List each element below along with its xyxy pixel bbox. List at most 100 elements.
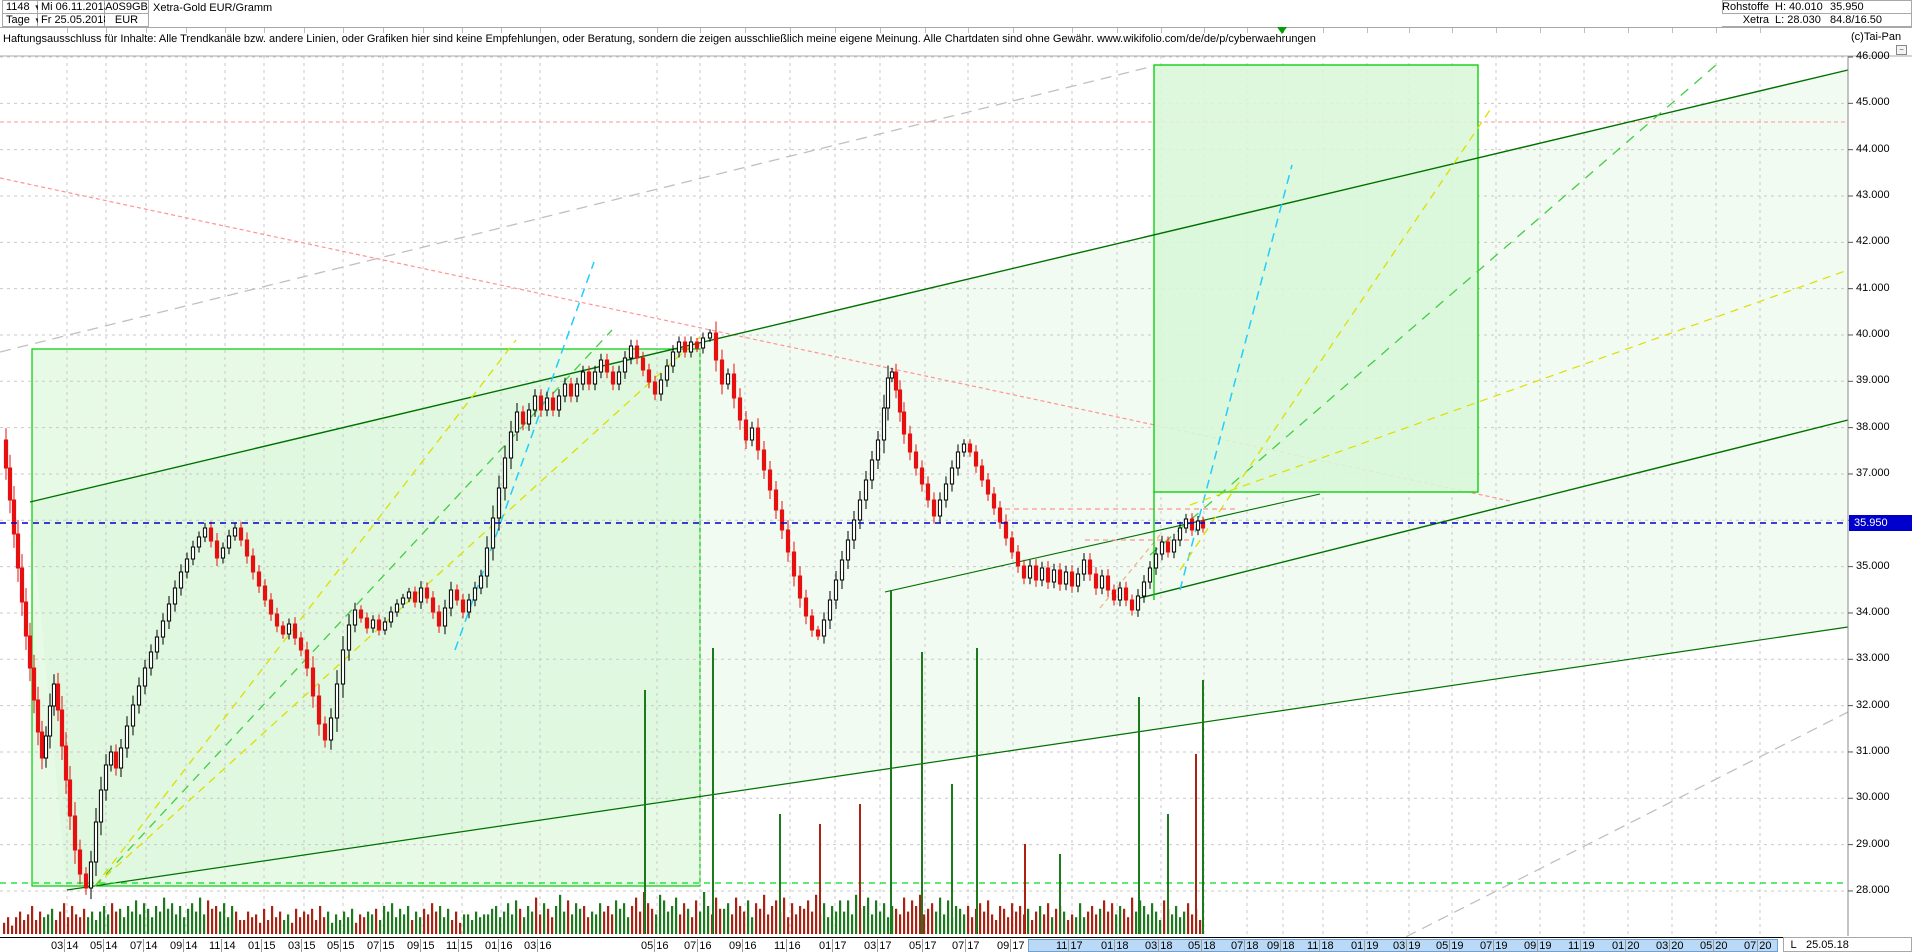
candle-body <box>749 427 755 441</box>
volume-bar <box>1175 906 1178 934</box>
volume-bar <box>1007 917 1010 934</box>
volume-bar <box>1103 900 1106 934</box>
x-axis-label: 01 16 <box>485 939 513 952</box>
candle-body <box>166 603 172 622</box>
candle-body <box>304 649 310 669</box>
volume-bar <box>863 906 866 934</box>
candle-body <box>184 558 190 573</box>
candle-body <box>268 599 274 615</box>
volume-bar <box>275 917 278 934</box>
candle-body <box>394 603 400 613</box>
volume-bar <box>851 914 854 934</box>
volume-spike <box>890 590 892 934</box>
volume-bar <box>127 906 130 934</box>
x-axis-label: 01 15 <box>248 939 276 952</box>
volume-bar <box>399 908 402 934</box>
volume-bar <box>171 903 174 934</box>
candle-body <box>51 683 57 707</box>
volume-bar <box>523 917 526 934</box>
volume-bar <box>1027 908 1030 934</box>
volume-bar <box>39 911 42 934</box>
volume-bar <box>1003 908 1006 934</box>
chart-plot-area[interactable] <box>0 0 1912 952</box>
x-axis-label: 03 18 <box>1145 939 1173 952</box>
volume-bar <box>447 908 450 934</box>
volume-bar <box>279 911 282 934</box>
volume-bar <box>963 914 966 934</box>
volume-bar <box>71 906 74 934</box>
candle-body <box>226 535 232 549</box>
volume-bar <box>411 920 414 934</box>
volume-bar <box>347 917 350 934</box>
candle-body <box>743 419 749 441</box>
volume-bar <box>907 911 910 934</box>
volume-bar <box>1051 917 1054 934</box>
volume-bar <box>475 911 478 934</box>
volume-bar <box>423 908 426 934</box>
candle-body <box>514 411 520 433</box>
candle-body <box>1051 569 1057 583</box>
footer-last-date-cell: 25.05.18 <box>1803 937 1912 952</box>
volume-bar <box>731 914 734 934</box>
volume-bar <box>491 908 494 934</box>
candle-body <box>622 357 628 373</box>
volume-spike <box>859 804 861 934</box>
candle-body <box>967 443 973 453</box>
candle-body <box>262 585 268 601</box>
candle-body <box>1177 527 1183 541</box>
volume-bar <box>743 911 746 934</box>
candle-body <box>1141 581 1147 597</box>
volume-bar <box>1099 908 1102 934</box>
candle-body <box>919 467 925 485</box>
volume-bar <box>695 900 698 934</box>
candle-body <box>1123 587 1129 601</box>
volume-bar <box>971 917 974 934</box>
candle-body <box>1111 589 1117 601</box>
candle-body <box>913 451 919 469</box>
candle-body <box>1087 559 1093 575</box>
volume-bar <box>1079 903 1082 934</box>
candle-body <box>676 341 682 353</box>
volume-bar <box>183 917 186 934</box>
volume-bar <box>383 906 386 934</box>
volume-bar <box>767 914 770 934</box>
volume-bar <box>551 917 554 934</box>
candle-body <box>15 533 21 569</box>
volume-bar <box>795 914 798 934</box>
x-axis[interactable]: 03 14 05 14 07 14 09 14 11 14 01 15 03 15 05 15 07 15 09 15… <box>0 937 1912 952</box>
candle-body <box>490 517 496 549</box>
volume-bar <box>899 914 902 934</box>
x-axis-label: 09 14 <box>170 939 198 952</box>
volume-bar <box>367 911 370 934</box>
y-axis-label: 44.000 <box>1856 142 1890 155</box>
candle-body <box>328 717 334 741</box>
volume-bar <box>391 903 394 934</box>
volume-bar <box>787 917 790 934</box>
volume-bar <box>247 911 250 934</box>
candle-body <box>616 371 622 385</box>
candle-body <box>700 337 706 349</box>
volume-bar <box>683 903 686 934</box>
volume-bar <box>675 897 678 934</box>
volume-bar <box>791 903 794 934</box>
volume-bar <box>111 903 114 934</box>
volume-bar <box>211 908 214 934</box>
volume-bar <box>847 900 850 934</box>
volume-bar <box>199 897 202 934</box>
candle-body <box>244 539 250 557</box>
candle-body <box>190 546 196 560</box>
volume-bar <box>587 917 590 934</box>
volume-bar <box>739 906 742 934</box>
volume-bar <box>563 911 566 934</box>
candle-body <box>130 704 136 727</box>
candle-body <box>1183 518 1189 529</box>
volume-bar <box>915 906 918 934</box>
candle-body <box>985 479 991 495</box>
x-axis-label: 07 17 <box>952 939 980 952</box>
x-axis-label: 03 14 <box>51 939 79 952</box>
x-axis-label: 05 14 <box>90 939 118 952</box>
volume-bar <box>203 914 206 934</box>
volume-bar <box>1063 911 1066 934</box>
volume-spike <box>1195 754 1197 934</box>
candle-body <box>893 371 899 391</box>
